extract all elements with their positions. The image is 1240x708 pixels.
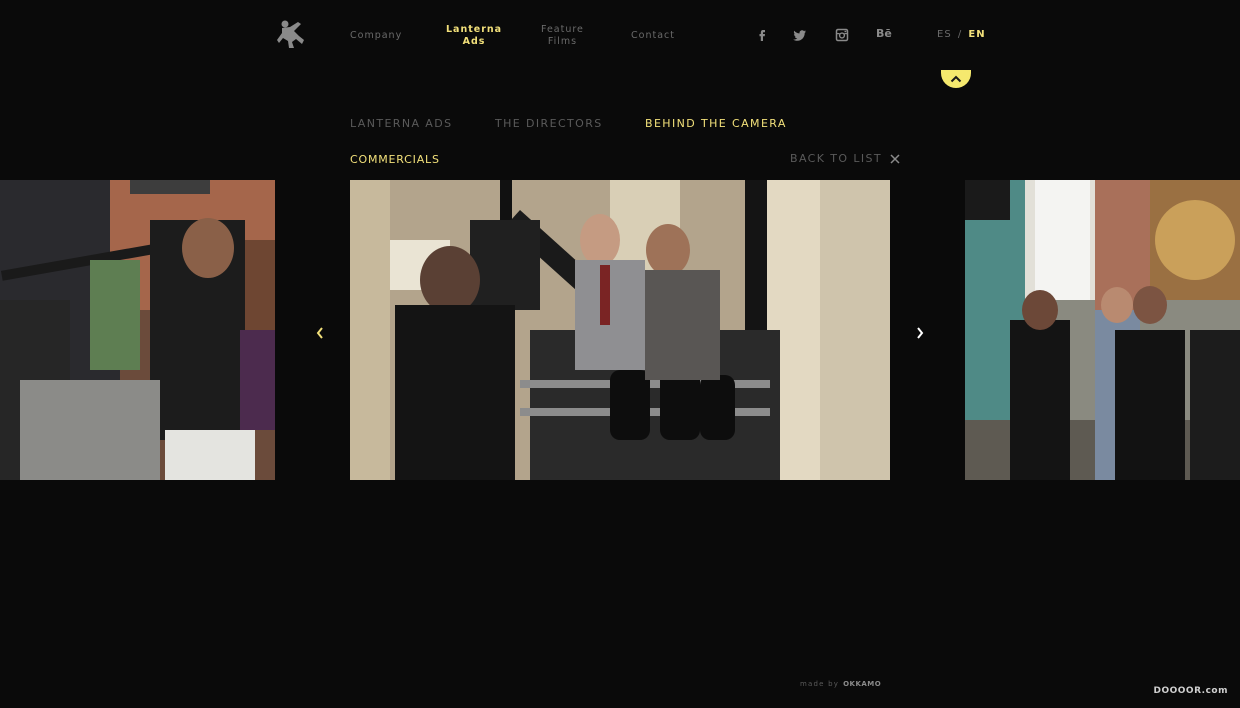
tab-behind-the-camera[interactable]: BEHIND THE CAMERA bbox=[645, 117, 787, 130]
nav-item-lanterna-ads[interactable]: Lanterna Ads bbox=[446, 24, 502, 48]
watermark: DOOOOR.com bbox=[1153, 686, 1228, 696]
gallery-slide-next[interactable] bbox=[965, 180, 1240, 480]
made-by-brand[interactable]: OKKAMO bbox=[843, 680, 881, 688]
gallery-slide-current[interactable] bbox=[350, 180, 890, 480]
language-switch: ES / EN bbox=[937, 29, 986, 40]
behance-icon[interactable]: Bē bbox=[876, 27, 894, 41]
collapse-menu-button[interactable] bbox=[941, 70, 971, 88]
made-by-credit: made by OKKAMO bbox=[800, 680, 881, 688]
facebook-icon[interactable] bbox=[755, 28, 769, 42]
tab-lanterna-ads[interactable]: LANTERNA ADS bbox=[350, 117, 452, 130]
nav-label-line1: Contact bbox=[631, 30, 675, 41]
behance-text: Bē bbox=[876, 27, 892, 40]
nav-item-contact[interactable]: Contact bbox=[631, 30, 675, 42]
gallery-next-button[interactable] bbox=[914, 325, 926, 341]
twitter-icon[interactable] bbox=[793, 28, 807, 42]
chevron-left-icon bbox=[316, 327, 323, 339]
nav-item-company[interactable]: Company bbox=[350, 30, 402, 42]
back-to-list-label: BACK TO LIST bbox=[790, 152, 883, 165]
gallery-slide-previous[interactable] bbox=[0, 180, 275, 480]
nav-label-line1: Feature bbox=[541, 24, 584, 35]
nav-label-line1: Lanterna bbox=[446, 24, 503, 35]
chevron-right-icon bbox=[917, 327, 924, 339]
lang-separator: / bbox=[957, 29, 963, 40]
made-by-label: made by bbox=[800, 680, 840, 688]
chevron-up-icon bbox=[950, 75, 962, 83]
section-title: COMMERCIALS bbox=[350, 153, 440, 166]
instagram-icon[interactable] bbox=[835, 28, 849, 42]
lang-en[interactable]: EN bbox=[968, 29, 985, 40]
nav-label-line2: Ads bbox=[462, 36, 486, 47]
nav-label-line1: Company bbox=[350, 30, 403, 41]
nav-label-line2: Films bbox=[547, 36, 578, 47]
lang-es[interactable]: ES bbox=[937, 29, 952, 40]
close-icon bbox=[890, 153, 900, 164]
tab-the-directors[interactable]: THE DIRECTORS bbox=[495, 117, 603, 130]
page: Company Lanterna Ads Feature Films Conta… bbox=[0, 0, 1240, 708]
back-to-list-button[interactable]: BACK TO LIST bbox=[790, 152, 900, 165]
nav-item-feature-films[interactable]: Feature Films bbox=[541, 24, 584, 48]
logo-icon[interactable] bbox=[276, 18, 308, 50]
gallery-prev-button[interactable] bbox=[314, 325, 326, 341]
